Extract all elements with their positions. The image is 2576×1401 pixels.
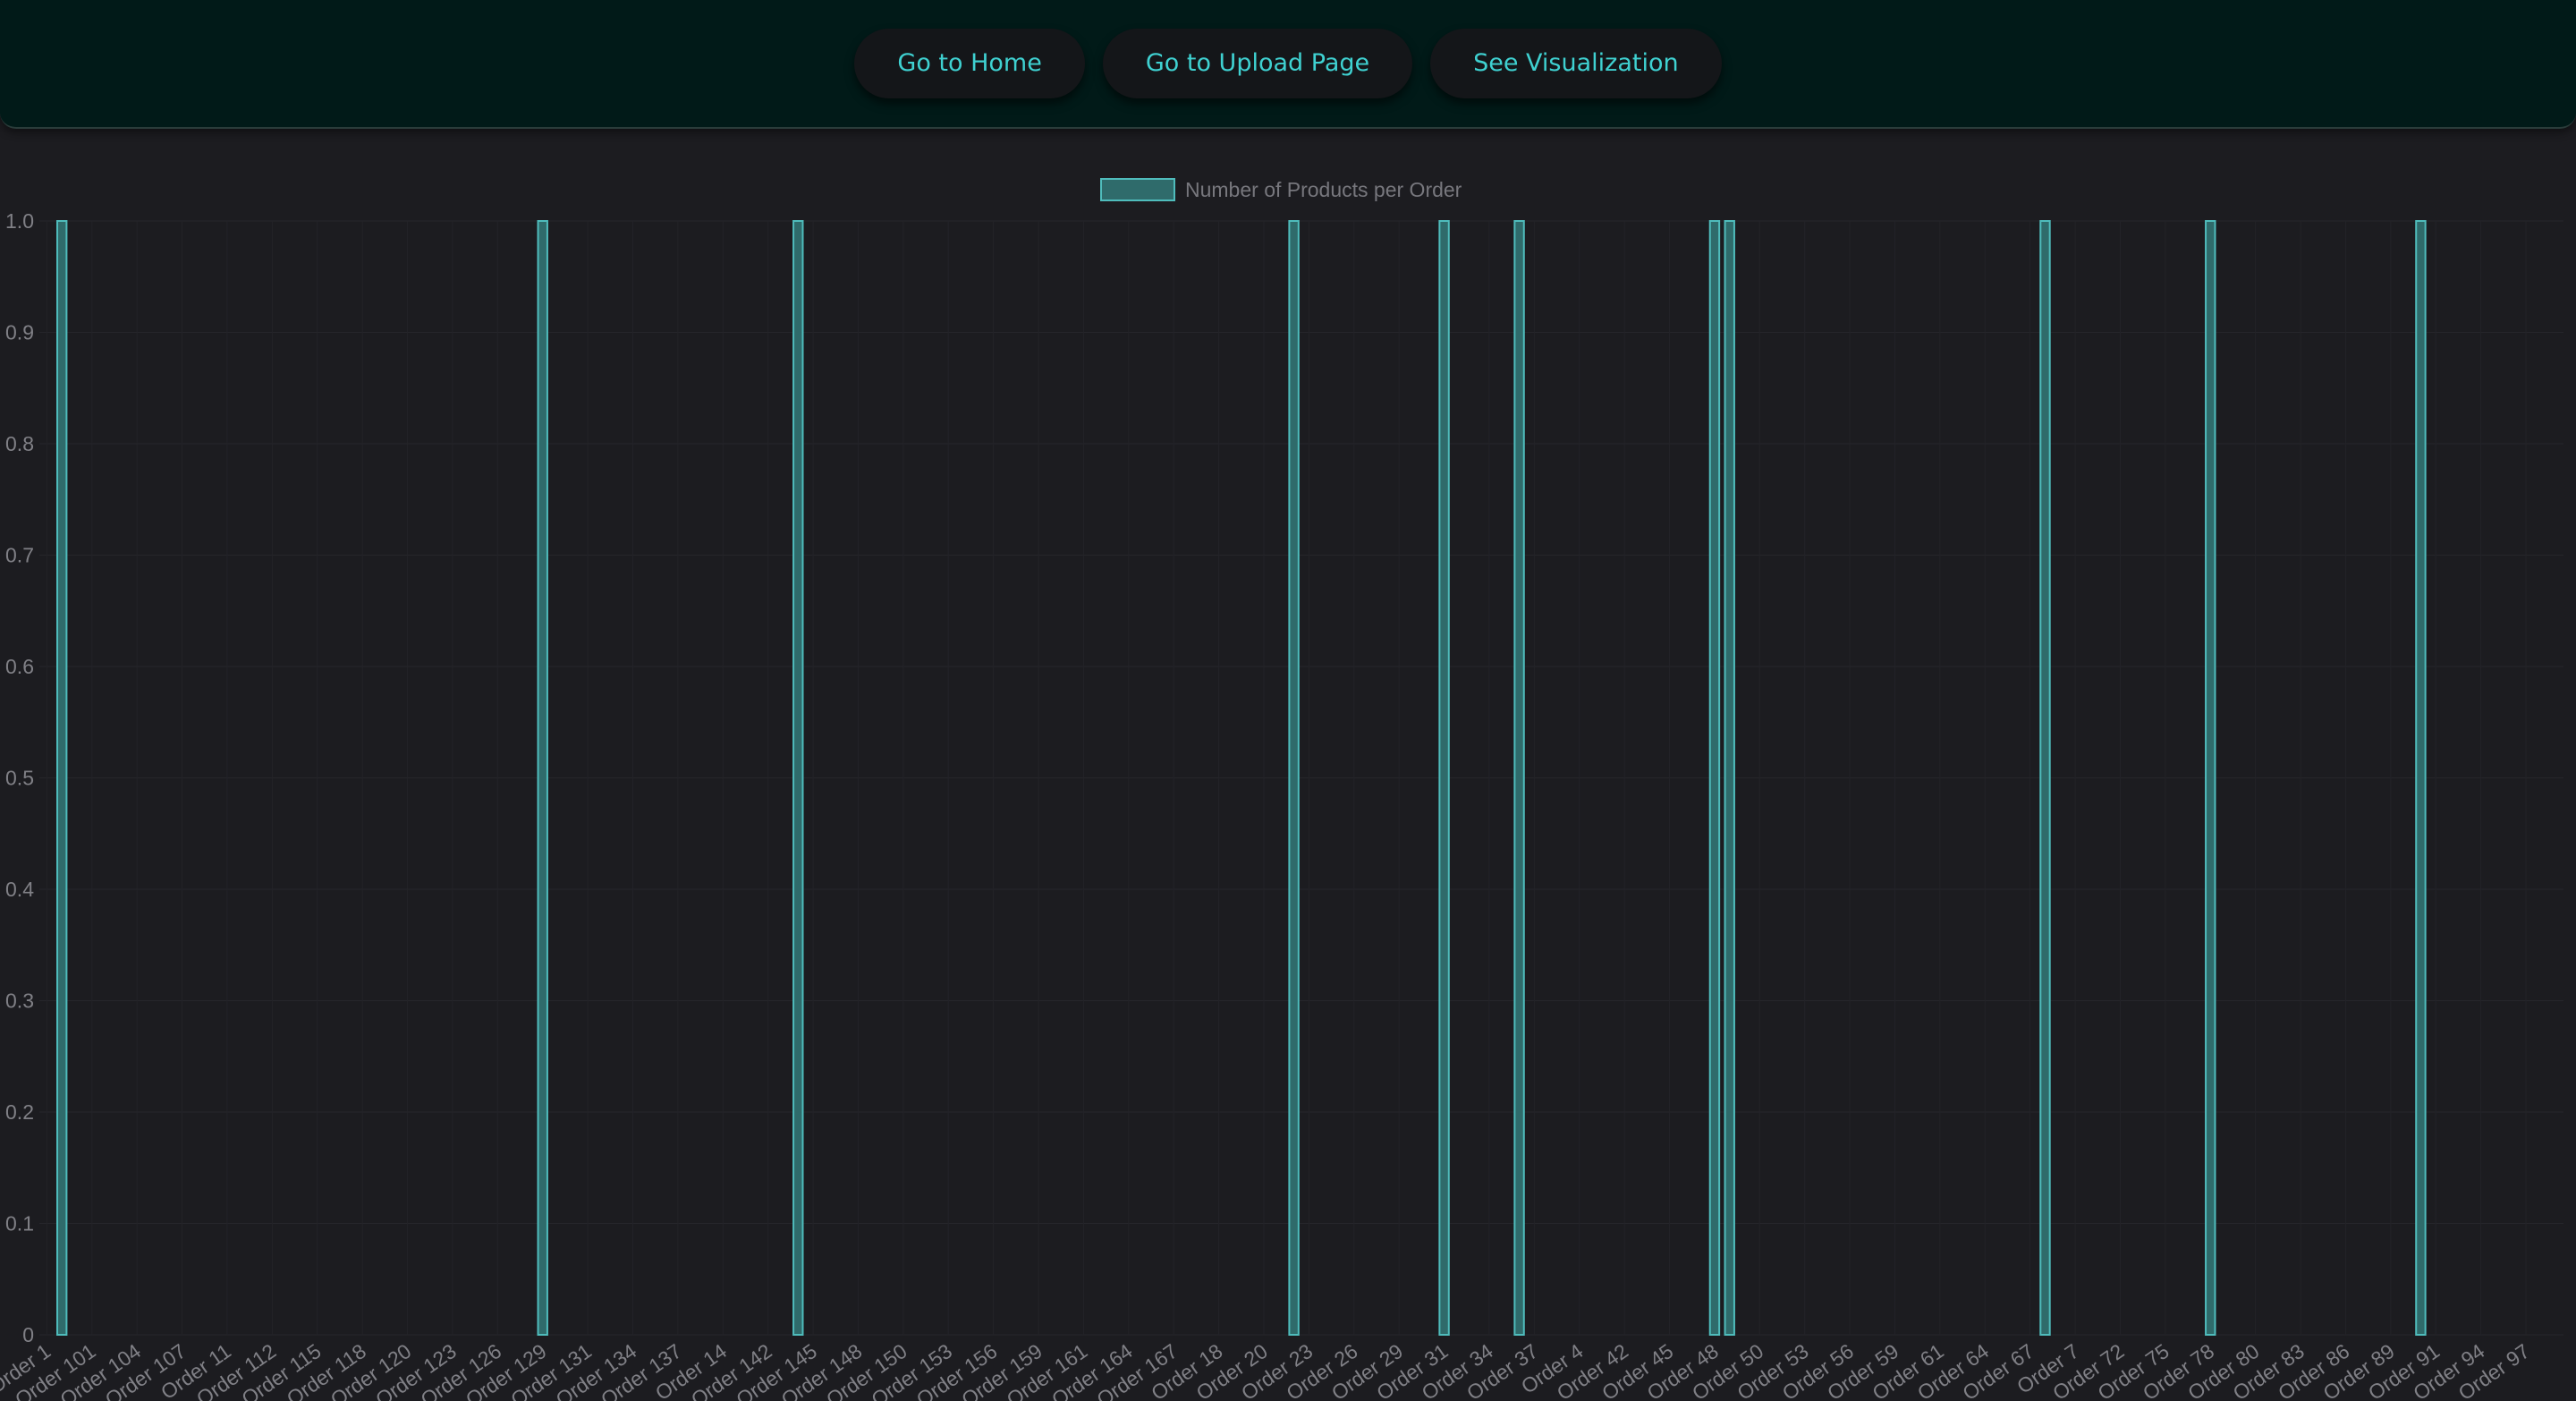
bar[interactable] — [55, 220, 68, 1336]
bar[interactable] — [792, 220, 804, 1336]
bar[interactable] — [1513, 220, 1525, 1336]
y-tick-label: 0.1 — [5, 1212, 34, 1235]
y-tick-label: 0.5 — [5, 767, 34, 790]
go-to-upload-page-button[interactable]: Go to Upload Page — [1102, 28, 1413, 98]
legend-label: Number of Products per Order — [1185, 178, 1462, 201]
y-tick-label: 0.9 — [5, 321, 34, 344]
y-tick-label: 0.6 — [5, 655, 34, 678]
bar[interactable] — [2205, 220, 2216, 1336]
bar[interactable] — [1708, 220, 1721, 1336]
bar[interactable] — [1288, 220, 1300, 1336]
products-per-order-chart: 0 0.1 0.2 0.3 0.4 0.5 0.6 0.7 0.8 0.9 1.0 Order 1O… — [0, 178, 2563, 1401]
bar[interactable] — [2415, 220, 2427, 1336]
y-tick-label: 0.7 — [5, 544, 34, 567]
see-visualization-button[interactable]: See Visualization — [1430, 28, 1722, 98]
bar[interactable] — [537, 220, 548, 1336]
go-to-home-button[interactable]: Go to Home — [854, 28, 1085, 98]
x-axis-ticks: Order 1Order 101Order 104Order 107Order … — [0, 1339, 2534, 1401]
bar[interactable] — [2039, 220, 2051, 1336]
y-tick-label: 0 — [22, 1323, 34, 1346]
top-nav-bar: Go to Home Go to Upload Page See Visuali… — [0, 0, 2576, 129]
bar[interactable] — [1438, 220, 1450, 1336]
chart-grid — [39, 220, 2563, 1336]
bar[interactable] — [1724, 220, 1735, 1336]
legend-swatch — [1100, 178, 1175, 201]
y-tick-label: 0.2 — [5, 1100, 34, 1124]
chart-legend[interactable]: Number of Products per Order — [1100, 178, 1462, 201]
y-tick-label: 0.8 — [5, 432, 34, 455]
y-tick-label: 0.4 — [5, 878, 34, 901]
y-tick-label: 1.0 — [5, 209, 34, 233]
y-axis-ticks: 0 0.1 0.2 0.3 0.4 0.5 0.6 0.7 0.8 0.9 1.0 — [5, 209, 34, 1346]
y-tick-label: 0.3 — [5, 989, 34, 1013]
